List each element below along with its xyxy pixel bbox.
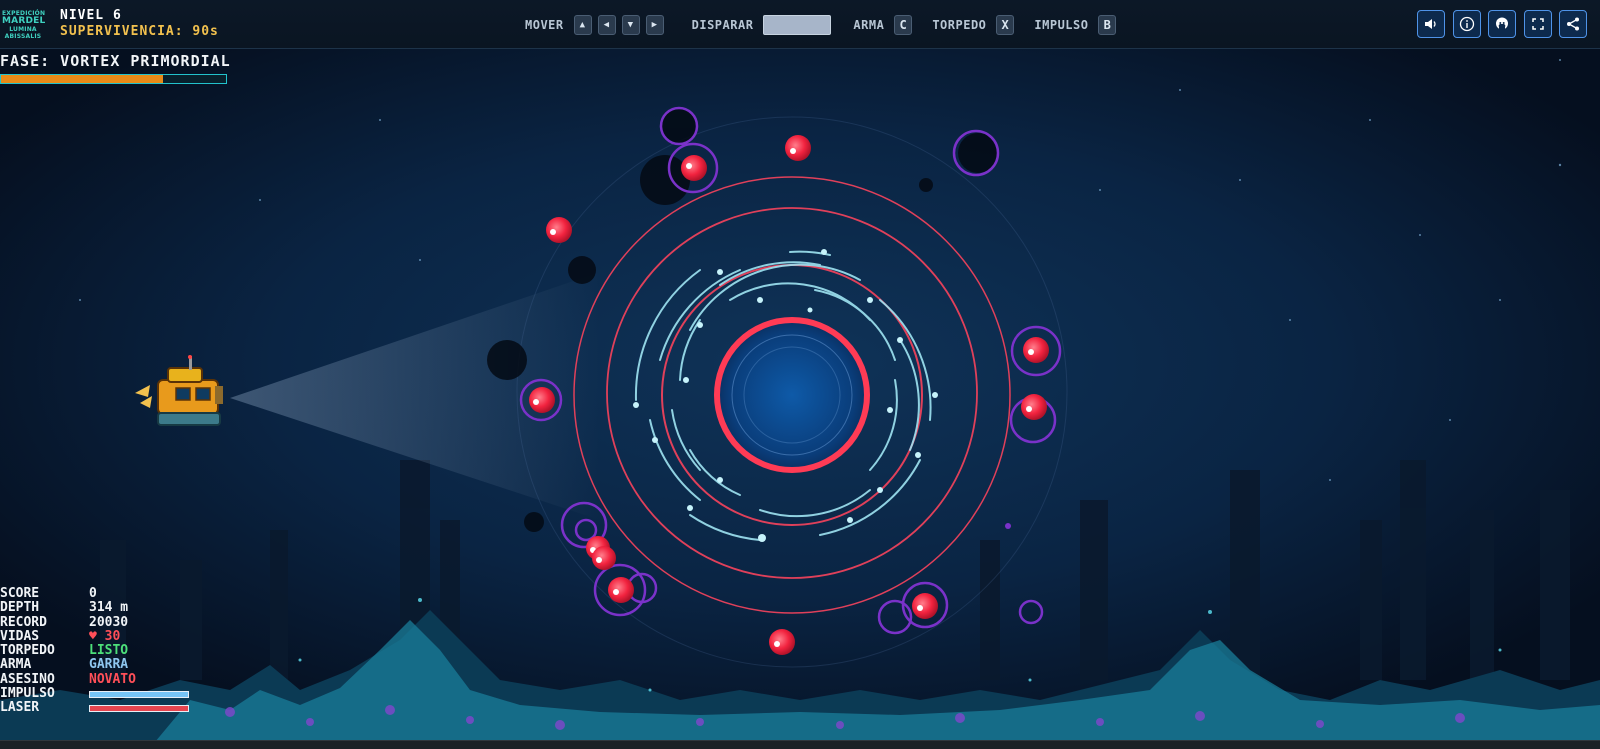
fullscreen-icon xyxy=(1532,18,1544,30)
stat-value: 0 xyxy=(89,586,97,601)
stats-panel: SCORE 0 DEPTH 314 m RECORD 20030 VIDAS ♥ 30 … xyxy=(0,586,189,716)
torpedo-key: X xyxy=(996,15,1015,35)
weapon-key: C xyxy=(894,15,913,35)
top-bar: EXPEDICIÓN MARDEL LUMINA ABISSALIS NIVEL… xyxy=(0,0,1600,49)
stat-label: SCORE xyxy=(0,586,40,601)
stat-label: IMPULSO xyxy=(0,686,55,702)
controls-legend: MOVER ▲ ◀ ▼ ▶ DISPARAR ARMA C TORPEDO X … xyxy=(525,14,1122,36)
stat-depth: DEPTH 314 m xyxy=(0,600,189,616)
phase-title: FASE: VORTEX PRIMORDIAL xyxy=(0,52,231,70)
stat-value: NOVATO xyxy=(89,671,136,687)
impulse-label: IMPULSO xyxy=(1034,18,1089,32)
github-button[interactable] xyxy=(1488,10,1516,38)
impulse-key: B xyxy=(1098,15,1117,35)
torpedo-label: TORPEDO xyxy=(932,18,987,32)
phase-progress-fill xyxy=(1,75,163,83)
stat-value: ♥ 30 xyxy=(89,628,121,644)
share-button[interactable] xyxy=(1559,10,1587,38)
stat-record: RECORD 20030 xyxy=(0,614,189,630)
stat-label: DEPTH xyxy=(0,600,40,616)
stat-label: TORPEDO xyxy=(0,643,55,659)
sound-icon xyxy=(1425,19,1436,29)
arrow-up-key: ▲ xyxy=(573,15,592,35)
stat-laser: LASER xyxy=(0,701,189,715)
spacebar-key xyxy=(763,15,832,35)
stat-killer: ASESINO NOVATO xyxy=(0,671,189,687)
arrow-down-key: ▼ xyxy=(621,15,640,35)
fire-label: DISPARAR xyxy=(691,18,754,32)
info-icon xyxy=(1459,16,1475,32)
stat-label: ARMA xyxy=(0,657,32,673)
stat-value: LISTO xyxy=(89,643,129,659)
stat-score: SCORE 0 xyxy=(0,586,189,601)
weapon-label: ARMA xyxy=(853,18,885,32)
move-label: MOVER xyxy=(525,18,564,32)
fullscreen-button[interactable] xyxy=(1524,10,1552,38)
stat-value: 20030 xyxy=(89,614,129,630)
phase-progress-bar xyxy=(0,74,227,84)
stat-label: VIDAS xyxy=(0,628,40,644)
laser-bar xyxy=(89,705,189,713)
stat-label: RECORD xyxy=(0,614,47,630)
logo-line: ABISSALIS xyxy=(4,33,42,40)
stat-torpedo: TORPEDO LISTO xyxy=(0,643,189,659)
survival-timer: SUPERVIVENCIA: 90s xyxy=(60,24,219,39)
game-logo: EXPEDICIÓN MARDEL LUMINA ABISSALIS xyxy=(2,10,46,40)
level-indicator: NIVEL 6 xyxy=(60,8,122,23)
stat-lives: VIDAS ♥ 30 xyxy=(0,628,189,644)
logo-line: LUMINA xyxy=(9,26,37,33)
impulse-bar xyxy=(89,691,189,699)
info-button[interactable] xyxy=(1453,10,1481,38)
stat-label: ASESINO xyxy=(0,671,55,687)
github-icon xyxy=(1496,17,1508,30)
stat-impulse: IMPULSO xyxy=(0,686,189,702)
arrow-left-key: ◀ xyxy=(597,15,616,35)
game-canvas xyxy=(0,48,1600,748)
stat-value: 314 m xyxy=(89,600,129,616)
stat-weapon: ARMA GARRA xyxy=(0,657,189,673)
arrow-right-key: ▶ xyxy=(645,15,664,35)
logo-line: MARDEL xyxy=(2,16,46,26)
stat-label: LASER xyxy=(0,700,40,716)
stat-value: GARRA xyxy=(89,657,129,673)
sound-button[interactable] xyxy=(1417,10,1445,38)
share-icon xyxy=(1567,17,1579,31)
